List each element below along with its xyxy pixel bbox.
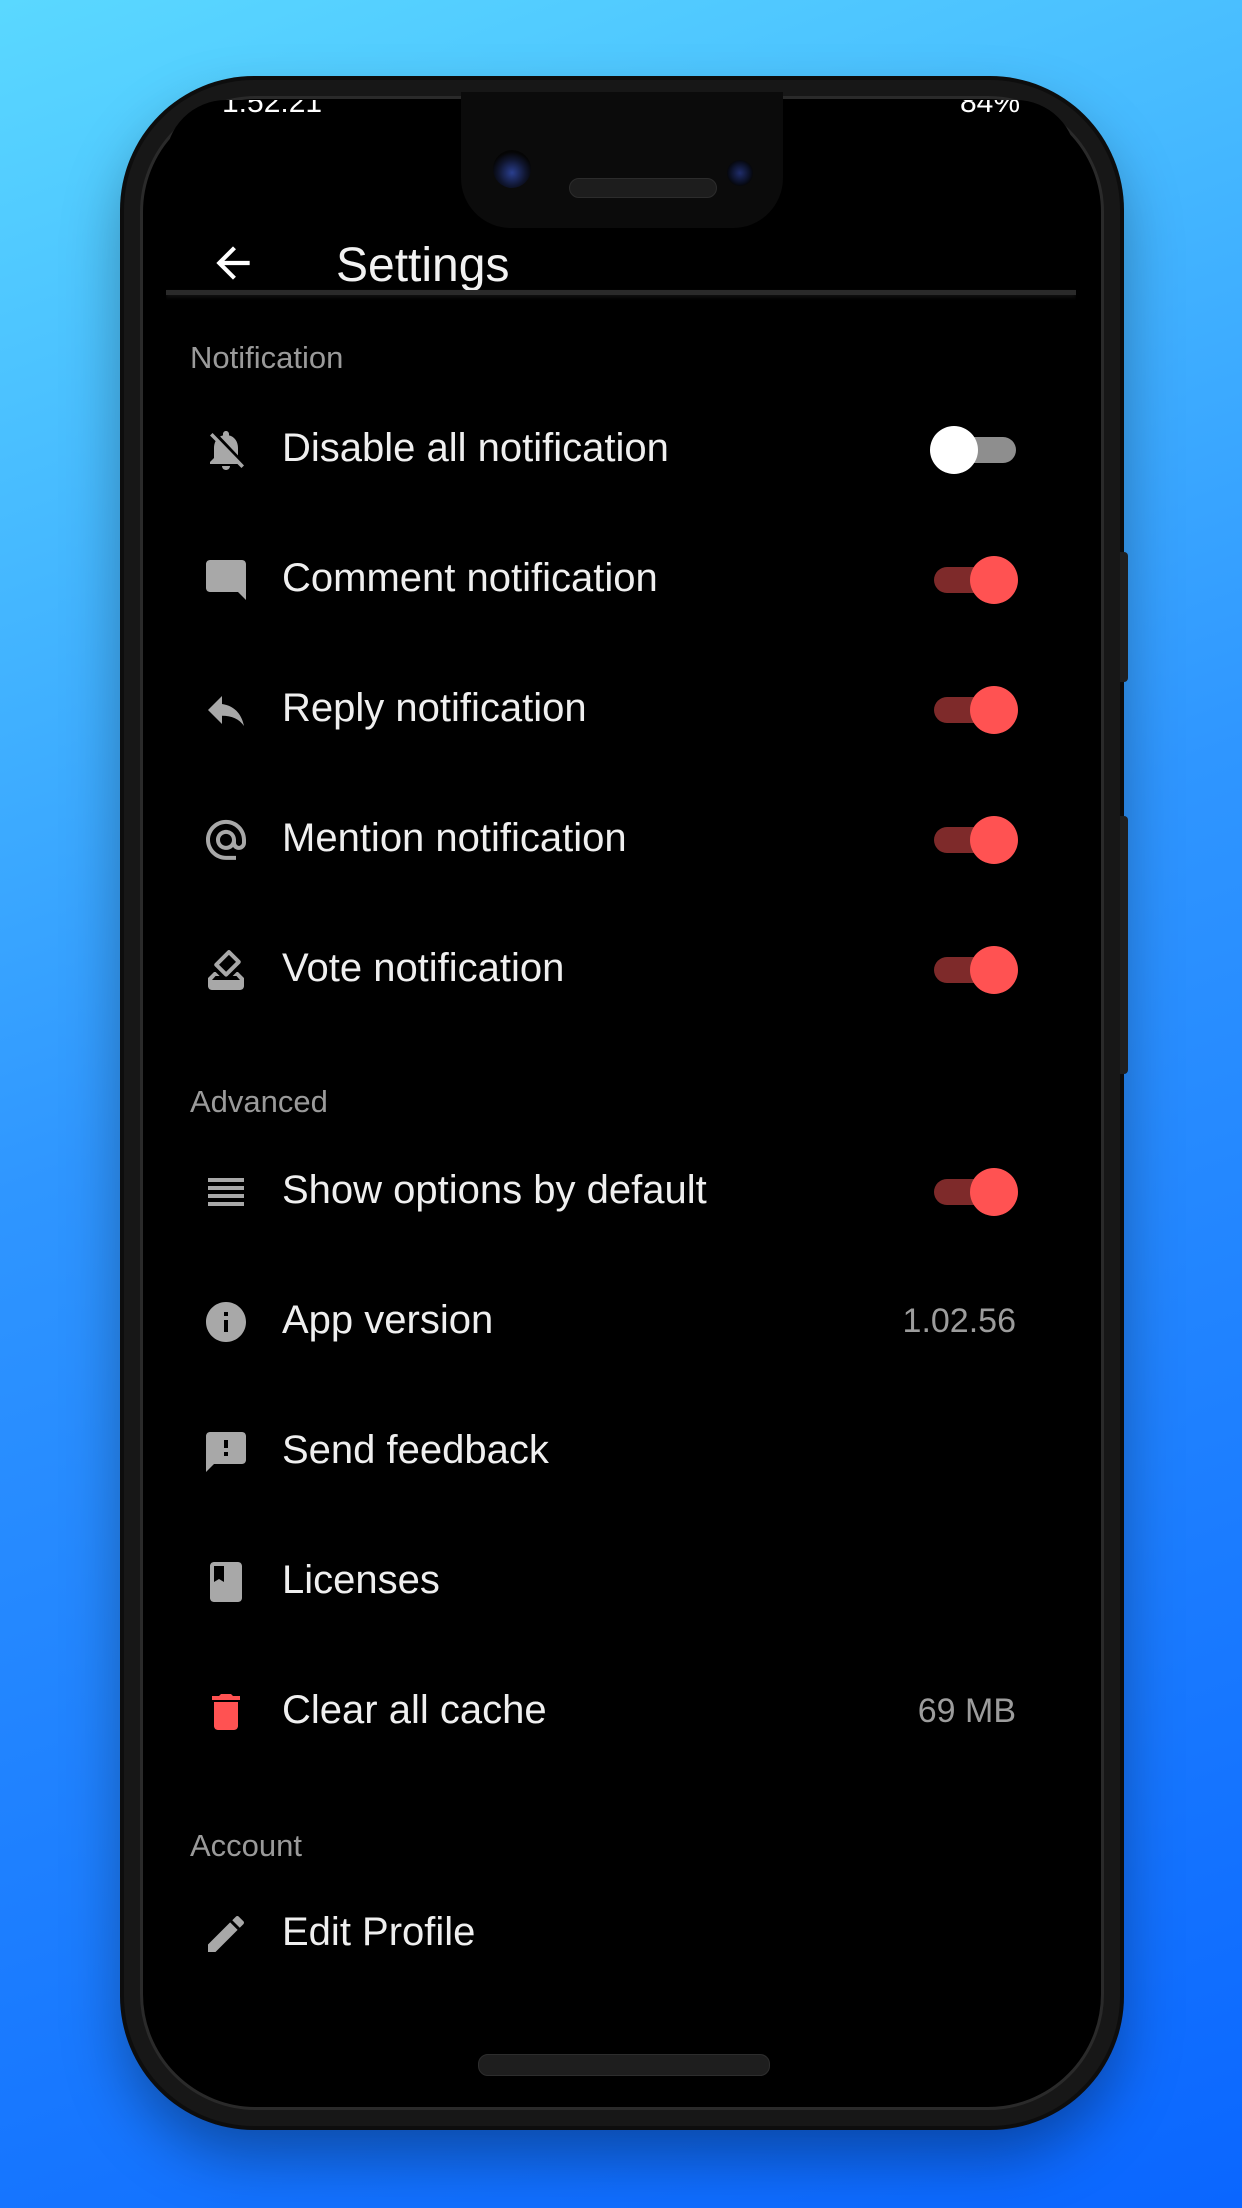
cache-size-value: 69 MB [917, 1692, 1016, 1730]
setting-label: Reply notification [282, 686, 587, 730]
setting-label: Mention notification [282, 816, 627, 860]
setting-comment-notification[interactable]: Comment notification [166, 524, 1076, 634]
setting-app-version[interactable]: App version 1.02.56 [166, 1266, 1076, 1376]
section-header-advanced: Advanced [190, 1084, 328, 1119]
list-icon [208, 1178, 244, 1206]
app-screen: 1:52:21 84% Settings Notification Disabl… [166, 100, 1076, 1992]
setting-disable-all-notification[interactable]: Disable all notification [166, 394, 1076, 504]
setting-label: Licenses [282, 1558, 440, 1602]
status-time: 1:52:21 [222, 100, 323, 119]
page-title: Settings [336, 239, 510, 292]
setting-label: Edit Profile [282, 1910, 476, 1954]
pencil-icon [208, 1915, 245, 1952]
back-arrow-icon[interactable] [208, 238, 258, 288]
setting-edit-profile[interactable]: Edit Profile [166, 1878, 1076, 1988]
feedback-icon [206, 1432, 246, 1472]
toggle-thumb [970, 556, 1018, 604]
setting-label: Send feedback [282, 1428, 549, 1472]
section-header-account: Account [190, 1828, 303, 1863]
setting-label: Show options by default [282, 1168, 707, 1212]
reply-icon [208, 696, 244, 726]
book-icon [210, 1562, 242, 1602]
setting-licenses[interactable]: Licenses [166, 1526, 1076, 1636]
show-options-toggle[interactable] [930, 1168, 1018, 1216]
comment-notification-toggle[interactable] [930, 556, 1018, 604]
toggle-thumb [930, 426, 978, 474]
setting-label: Vote notification [282, 946, 565, 990]
status-battery: 84% [959, 100, 1020, 119]
toggle-thumb [970, 946, 1018, 994]
setting-send-feedback[interactable]: Send feedback [166, 1396, 1076, 1506]
info-icon [206, 1302, 246, 1342]
comment-icon [206, 560, 246, 600]
bell-off-icon [210, 431, 244, 470]
vote-icon [208, 949, 244, 990]
toggle-thumb [970, 686, 1018, 734]
front-sensor-icon [727, 160, 753, 186]
disable-all-notification-toggle[interactable] [930, 426, 1018, 474]
camera-notch [461, 92, 783, 228]
toggle-thumb [970, 816, 1018, 864]
setting-label: Clear all cache [282, 1688, 547, 1732]
setting-reply-notification[interactable]: Reply notification [166, 654, 1076, 764]
trash-icon [212, 1694, 240, 1730]
reply-notification-toggle[interactable] [930, 686, 1018, 734]
setting-show-options-by-default[interactable]: Show options by default [166, 1136, 1076, 1246]
mention-notification-toggle[interactable] [930, 816, 1018, 864]
setting-label: Comment notification [282, 556, 658, 600]
power-button [1120, 552, 1128, 682]
home-indicator [478, 2054, 770, 2076]
vote-notification-toggle[interactable] [930, 946, 1018, 994]
setting-label: Disable all notification [282, 426, 669, 470]
earpiece-speaker [569, 178, 717, 198]
front-camera-icon [493, 150, 531, 188]
setting-vote-notification[interactable]: Vote notification [166, 914, 1076, 1024]
app-version-value: 1.02.56 [902, 1302, 1016, 1340]
volume-button [1120, 816, 1128, 1074]
setting-clear-all-cache[interactable]: Clear all cache 69 MB [166, 1656, 1076, 1766]
section-header-notification: Notification [190, 340, 344, 375]
toggle-thumb [970, 1168, 1018, 1216]
app-bar-divider [166, 290, 1076, 295]
setting-label: App version [282, 1298, 494, 1342]
setting-mention-notification[interactable]: Mention notification [166, 784, 1076, 894]
at-sign-icon [206, 819, 246, 860]
